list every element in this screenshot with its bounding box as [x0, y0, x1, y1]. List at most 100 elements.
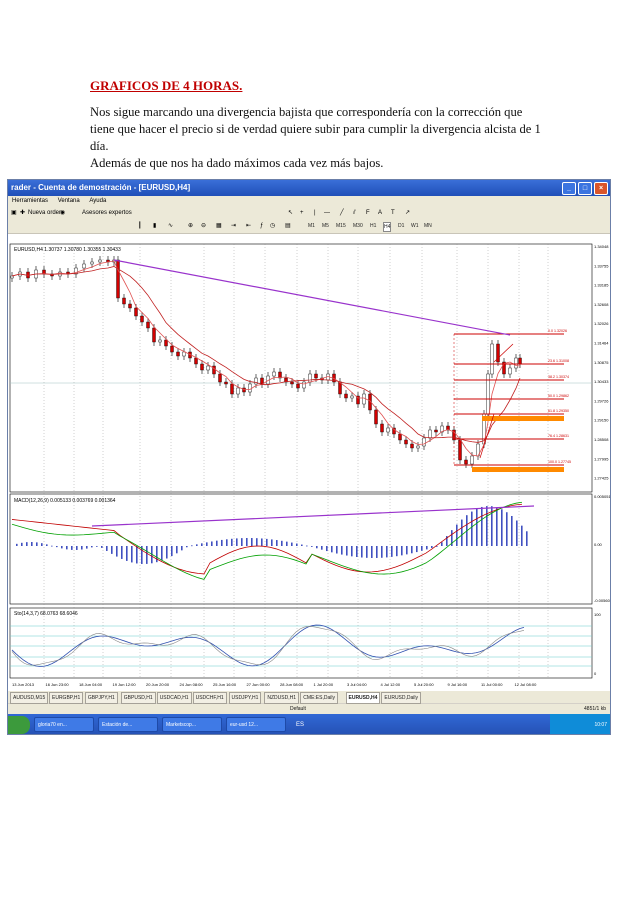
macd-histogram-bar [521, 525, 523, 546]
periods-icon[interactable]: ◷ [270, 220, 275, 233]
timeframe-w1[interactable]: W1 [411, 222, 419, 230]
price-chart[interactable]: EURUSD,H4 1.30737 1.30780 1.30355 1.3043… [8, 234, 611, 694]
candlestick-icon[interactable]: ▮ [153, 220, 156, 233]
arrow-icon[interactable]: ↗ [405, 207, 410, 220]
bar-chart-icon[interactable]: ┃ [138, 220, 142, 233]
cursor-icon[interactable]: ↖ [288, 207, 293, 220]
fibonacci-level-label: 23.6 1.31008 [548, 359, 569, 363]
chart-tab[interactable]: NZDUSD,H1 [264, 692, 300, 704]
macd-histogram-bar [411, 546, 413, 554]
new-order-button[interactable]: Nueva orden [28, 207, 62, 220]
menu-bar: Herramientas Ventana Ayuda [8, 196, 610, 207]
candle-body [98, 259, 102, 263]
timeframe-m30[interactable]: M30 [353, 222, 363, 230]
chart-tab[interactable]: USDJPY,H1 [228, 692, 262, 704]
paragraph-line: día. [90, 139, 109, 153]
macd-histogram-bar [481, 506, 483, 546]
taskbar-item[interactable]: Estación de... [98, 717, 158, 732]
vertical-line-icon[interactable]: | [314, 207, 316, 220]
candle-body [350, 395, 354, 399]
text-icon[interactable]: A [378, 207, 382, 220]
trendline-icon[interactable]: ╱ [340, 207, 344, 220]
macd-histogram-bar [26, 542, 28, 546]
candle-body [302, 381, 306, 389]
language-indicator[interactable]: ES [296, 714, 304, 734]
chart-tab[interactable]: GBPJPY,H1 [84, 692, 118, 704]
label-icon[interactable]: T [391, 207, 395, 220]
candle-body [338, 381, 342, 395]
document-paragraph: Nos sigue marcando una divergencia bajis… [90, 104, 560, 172]
macd-histogram-bar [256, 538, 258, 546]
candle-body [434, 429, 438, 433]
timeframe-h4[interactable]: H4 [383, 222, 392, 232]
candle-body [422, 437, 426, 447]
macd-histogram-bar [301, 544, 303, 546]
system-tray: 10:07 [550, 714, 610, 734]
menu-item-ayuda[interactable]: Ayuda [89, 198, 106, 204]
zoom-in-icon[interactable]: ⊕ [188, 220, 193, 233]
chart-tab[interactable]: EURGBP,H1 [49, 692, 84, 704]
fibonacci-level-label: 38.2 1.30374 [548, 375, 569, 379]
macd-histogram-bar [366, 546, 368, 558]
timeframe-h1[interactable]: H1 [370, 222, 376, 230]
fibonacci-level-label: 100.0 1.27745 [548, 460, 571, 464]
indicators-icon[interactable]: ƒ [260, 220, 263, 233]
shift-icon[interactable]: ⇤ [246, 220, 251, 233]
horizontal-line-icon[interactable]: — [324, 207, 330, 220]
autoscroll-icon[interactable]: ⇥ [231, 220, 236, 233]
chart-tab[interactable]: EURUSD,H4 [345, 692, 381, 704]
price-tick-label: 1.27425 [594, 476, 609, 481]
taskbar-item[interactable]: eur-usd 12... [226, 717, 286, 732]
timeframe-mn[interactable]: MN [424, 222, 432, 230]
zoom-out-icon[interactable]: ⊖ [201, 220, 206, 233]
chart-tab[interactable]: EURUSD,Daily [381, 692, 422, 704]
chart-tab[interactable]: AUDUSD,M15 [10, 692, 49, 704]
candle-body [122, 297, 126, 305]
timeframe-m15[interactable]: M15 [336, 222, 346, 230]
crosshair-icon[interactable]: + [300, 207, 304, 220]
chart-tab[interactable]: GBPUSD,H1 [120, 692, 156, 704]
chart-toolbar: ┃ ▮ ∿ ⊕ ⊖ ▦ ⇥ ⇤ ƒ ◷ ▤ M1 M5 M15 M30 H1 H… [8, 220, 610, 234]
price-tick-label: 1.27995 [594, 456, 609, 461]
experts-button[interactable]: Asesores expertos [82, 207, 132, 220]
macd-histogram-bar [146, 546, 148, 564]
candle-body [10, 275, 14, 279]
macd-histogram-bar [486, 506, 488, 546]
chart-tab[interactable]: USDCHF,H1 [192, 692, 227, 704]
taskbar-item[interactable]: Marketscop... [162, 717, 222, 732]
line-chart-icon[interactable]: ∿ [168, 220, 173, 233]
timeframe-m5[interactable]: M5 [322, 222, 329, 230]
taskbar-item[interactable]: gloria70 en... [34, 717, 94, 732]
timeframe-m1[interactable]: M1 [308, 222, 315, 230]
close-button[interactable]: × [594, 182, 608, 195]
macd-histogram-bar [431, 546, 433, 549]
chart-tab[interactable]: CME:ES,Daily [300, 692, 338, 704]
chart-tab[interactable]: USDCAD,H1 [156, 692, 192, 704]
channel-icon[interactable]: ⫽ [353, 207, 356, 220]
macd-histogram-bar [506, 512, 508, 546]
menu-item-ventana[interactable]: Ventana [58, 198, 80, 204]
candle-body [212, 365, 216, 375]
maximize-button[interactable]: □ [578, 182, 592, 195]
candle-body [374, 409, 378, 425]
macd-label: MACD(12,26,9) 0.005133 0.003769 0.001364 [14, 498, 116, 504]
macd-histogram-bar [311, 546, 313, 547]
menu-item-herramientas[interactable]: Herramientas [12, 198, 48, 204]
templates-icon[interactable]: ▤ [285, 220, 291, 233]
start-button[interactable] [8, 716, 30, 734]
price-tick-label: 1.34048 [594, 244, 609, 249]
tile-icon[interactable]: ▦ [216, 220, 222, 233]
macd-histogram-bar [191, 545, 193, 547]
fibonacci-icon[interactable]: F [366, 207, 370, 220]
fibonacci-level-label: 50.0 1.29862 [548, 394, 569, 398]
macd-histogram-bar [426, 546, 428, 550]
macd-histogram-bar [361, 546, 363, 558]
document-heading: GRAFICOS DE 4 HORAS. [90, 78, 243, 93]
toolbar-icon[interactable]: ▣ [11, 207, 17, 220]
timeframe-d1[interactable]: D1 [398, 222, 404, 230]
title-bar: rader - Cuenta de demostración - [EURUSD… [8, 180, 610, 196]
minimize-button[interactable]: _ [562, 182, 576, 195]
macd-histogram-bar [21, 542, 23, 546]
macd-histogram-bar [421, 546, 423, 551]
macd-histogram-bar [46, 544, 48, 546]
